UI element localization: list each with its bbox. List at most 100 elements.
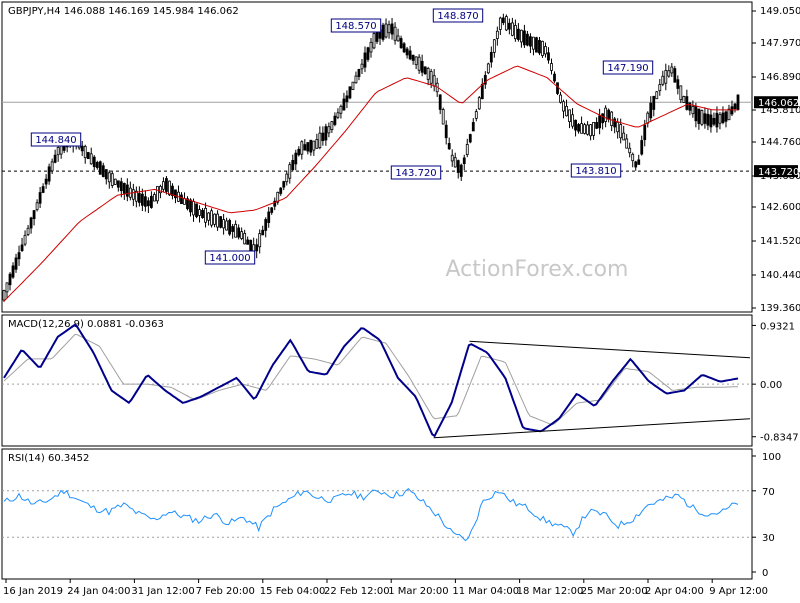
candle-body [11,265,15,278]
candle-body [234,223,238,238]
candle-body [297,148,301,156]
candle-body [679,85,683,101]
candle-body [83,146,87,159]
candle-body [547,52,550,61]
candle-body [712,117,716,125]
candle-body [580,123,583,134]
candle-body [426,67,430,80]
candle-body [417,56,421,71]
candle-body [628,147,632,154]
candle-body [495,30,499,39]
annotation-label: 143.720 [395,168,436,179]
macd-header: MACD(12,26,9) 0.0881 -0.0363 [8,319,164,330]
candle-body [691,106,695,115]
candle-body [520,29,523,43]
candle-body [348,86,352,99]
candle-body [562,101,565,112]
candle-body [264,219,268,231]
current-price-label: 146.062 [758,98,799,109]
x-tick-label: 2 Apr 04:00 [645,586,704,597]
candle-body [670,66,674,74]
macd-signal-line [3,333,739,426]
x-tick-label: 31 Jan 12:00 [131,586,194,597]
candle-body [583,124,586,134]
candle-body [462,157,466,165]
candle-body [393,26,397,41]
x-tick-label: 7 Feb 20:00 [196,586,255,597]
candle-body [53,154,57,163]
candle-body [92,156,96,168]
candle-body [384,23,388,38]
candle-body [2,290,6,301]
candle-body [399,38,403,49]
forex-chart: ActionForex.com GBPJPY,H4 146.088 146.16… [1,1,800,597]
x-tick-label: 22 Feb 12:00 [324,586,390,597]
candle-body [246,239,250,245]
candle-body [556,82,559,94]
candle-body [456,160,460,173]
candle-body [56,147,60,156]
candle-body [162,181,165,190]
candle-body [486,63,490,74]
candle-body [324,126,328,141]
candle-body [501,17,505,24]
candle-body [637,159,641,165]
candle-body [255,244,259,252]
candle-body [718,114,722,124]
candle-body [98,161,102,175]
candle-body [477,97,481,110]
candle-body [80,145,84,152]
candle-body [32,210,36,220]
candle-body [589,124,592,137]
price-tick-label: 140.440 [760,270,800,281]
candle-body [709,114,713,128]
price-tick-label: 149.050 [760,6,800,17]
candle-body [658,84,662,92]
candle-body [616,121,620,133]
candle-body [706,113,710,126]
candle-body [327,126,331,134]
candle-body [550,63,553,71]
price-panel-frame [1,1,753,313]
candle-body [240,231,244,239]
candle-body [733,103,737,110]
candle-body [41,186,45,193]
price-tick-label: 141.520 [760,236,800,247]
candle-body [8,273,12,286]
candle-body [405,48,409,56]
candle-body [204,207,207,223]
candle-body [357,69,361,77]
candle-body [465,144,469,155]
candle-body [553,73,556,82]
candle-body [146,200,150,207]
candle-body [131,189,135,200]
annotation-label: 141.000 [209,253,250,264]
x-tick-label: 15 Feb 04:00 [260,586,326,597]
candle-body [532,36,535,50]
candle-body [86,152,90,160]
candle-body [676,79,680,89]
candle-body [20,244,24,251]
candle-body [640,140,644,155]
candle-body [107,172,111,183]
price-tick-label: 139.360 [760,303,800,314]
watermark: ActionForex.com [446,257,629,282]
rsi-layer [2,488,752,542]
candle-body [510,22,514,36]
rsi-panel-frame [1,448,753,580]
rsi-tick-label: 100 [762,452,781,463]
candle-body [116,180,120,188]
candle-body [192,200,195,216]
candle-body [685,96,689,110]
candle-body [700,110,704,125]
candle-body [285,173,289,183]
candle-body [345,95,349,103]
candle-body [372,33,376,49]
candle-body [183,198,186,205]
candle-body [544,46,547,55]
candle-body [306,142,310,152]
candle-body [291,159,295,170]
candle-body [631,153,635,162]
support-badge-label: 143.720 [758,167,799,178]
candle-body [489,51,493,63]
